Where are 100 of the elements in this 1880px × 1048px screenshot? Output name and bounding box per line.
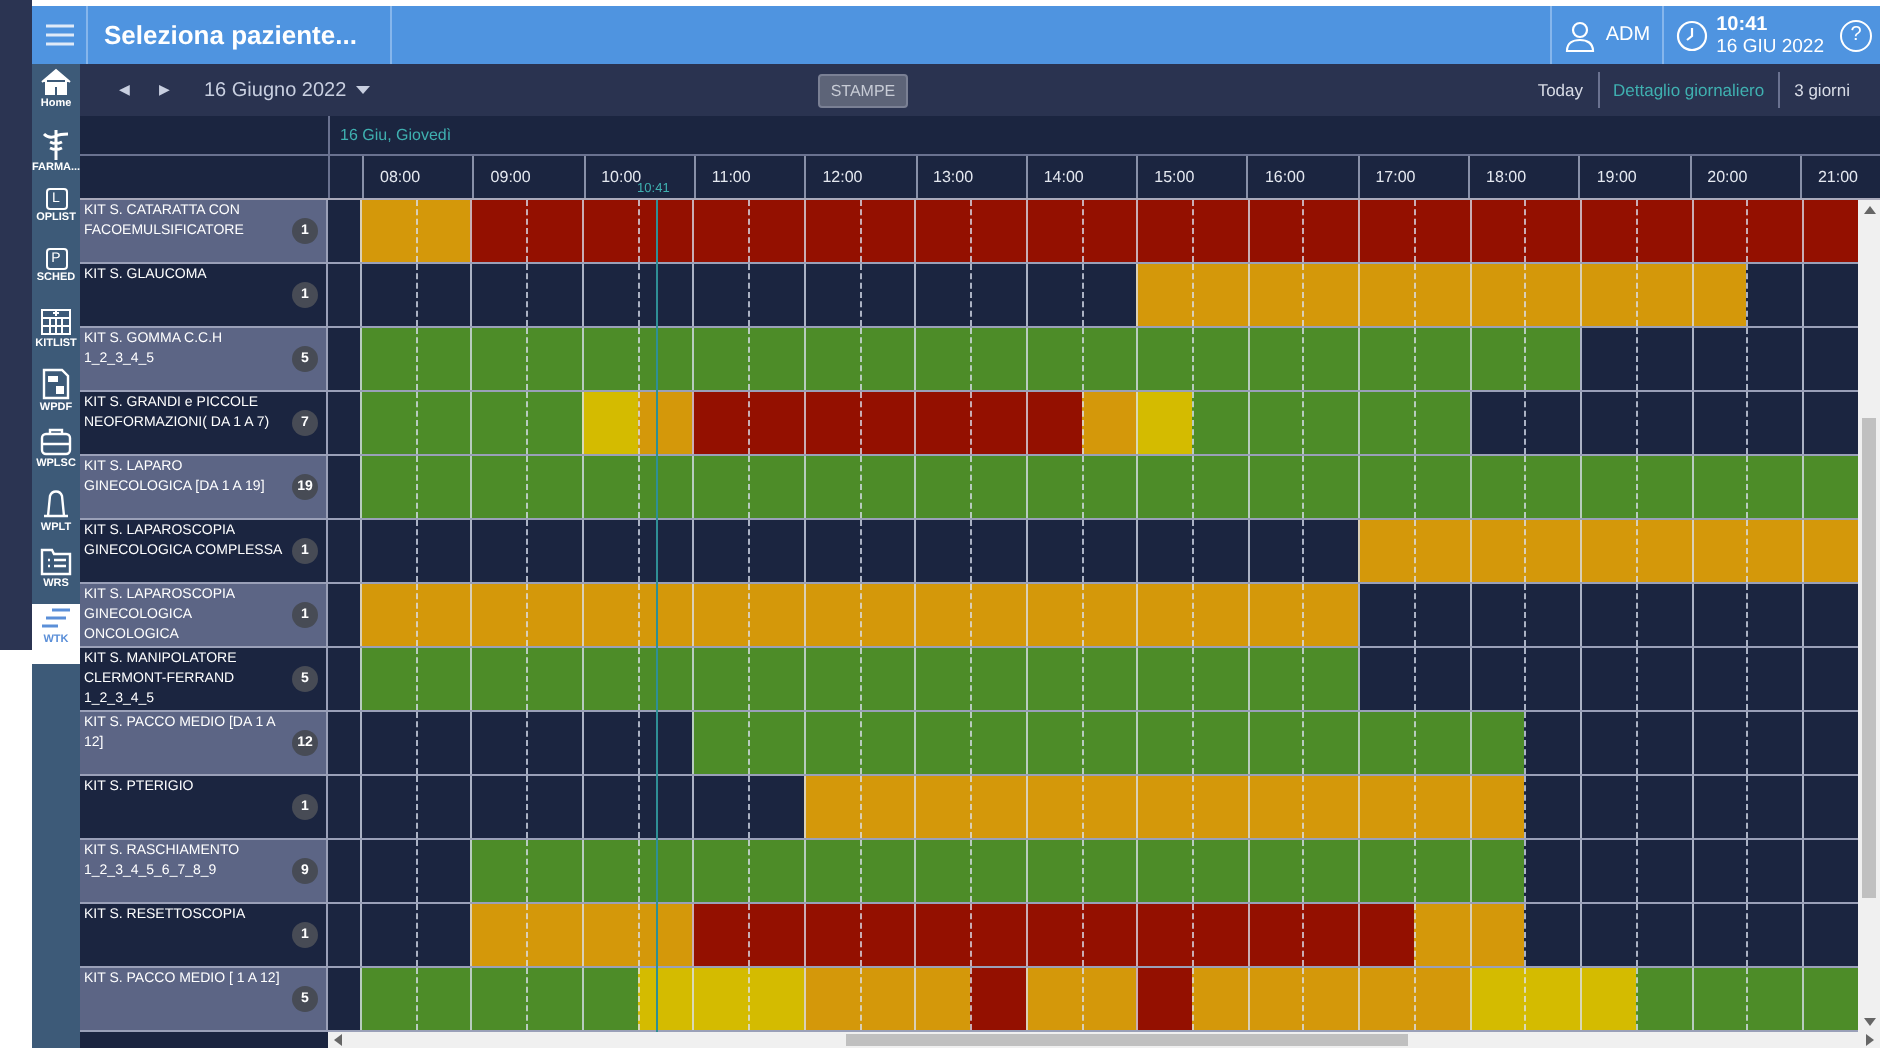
- time-slot[interactable]: [1691, 776, 1747, 838]
- time-slot[interactable]: [914, 200, 971, 262]
- hour-label: 18:00: [1468, 156, 1579, 198]
- time-slot[interactable]: [1081, 904, 1137, 966]
- time-slot[interactable]: [1136, 200, 1193, 262]
- time-slot[interactable]: [748, 200, 804, 262]
- time-slot[interactable]: [1025, 392, 1082, 454]
- time-slot[interactable]: [415, 520, 471, 582]
- time-slot[interactable]: [637, 264, 693, 326]
- time-slot[interactable]: [859, 392, 915, 454]
- time-slot[interactable]: [970, 392, 1026, 454]
- briefcase-icon: [40, 428, 72, 456]
- hour-label: 15:00: [1136, 156, 1247, 198]
- vertical-scrollbar[interactable]: [1858, 200, 1880, 1032]
- view-tab[interactable]: 3 giorni: [1780, 80, 1864, 100]
- time-slot[interactable]: [415, 776, 471, 838]
- time-slot[interactable]: [1691, 840, 1747, 902]
- hour-label: 16:00: [1246, 156, 1358, 198]
- view-tab[interactable]: Dettaglio giornaliero: [1599, 80, 1779, 100]
- clock-icon: [1676, 19, 1709, 51]
- time-slot[interactable]: [859, 200, 915, 262]
- time-slot[interactable]: [415, 904, 471, 966]
- hour-label: 20:00: [1689, 156, 1800, 198]
- time-slot[interactable]: [1469, 648, 1525, 710]
- hour-label: 09:00: [472, 156, 584, 198]
- time-slot[interactable]: [692, 904, 749, 966]
- time-slot[interactable]: [859, 904, 915, 966]
- time-slot[interactable]: [748, 392, 804, 454]
- hour-label: 08:00: [362, 156, 473, 198]
- time-slot[interactable]: [1691, 904, 1747, 966]
- time-slot[interactable]: [692, 392, 749, 454]
- time-slot[interactable]: [1691, 328, 1747, 390]
- time-slot[interactable]: [1247, 200, 1303, 262]
- view-tab[interactable]: Today: [1523, 80, 1597, 100]
- day-label: 16 Giu, Giovedì: [338, 126, 452, 144]
- time-slot[interactable]: [748, 904, 804, 966]
- date-dropdown[interactable]: 16 Giugno 2022: [192, 77, 383, 103]
- user-icon: [1563, 19, 1596, 51]
- time-slot[interactable]: [803, 200, 860, 262]
- time-slot[interactable]: [637, 520, 693, 582]
- time-slot[interactable]: [637, 776, 693, 838]
- clock-date: 16 GIU 2022: [1716, 35, 1824, 57]
- time-slot[interactable]: [470, 200, 527, 262]
- hour-label: 14:00: [1025, 156, 1137, 198]
- time-slot[interactable]: [1302, 904, 1359, 966]
- lines-icon: [40, 608, 72, 632]
- time-slot[interactable]: [1025, 200, 1082, 262]
- time-slot[interactable]: [1691, 200, 1747, 262]
- time-slot[interactable]: [1136, 904, 1193, 966]
- time-slot[interactable]: [970, 200, 1026, 262]
- time-slot[interactable]: [859, 264, 915, 326]
- time-slot[interactable]: [914, 392, 971, 454]
- time-slot[interactable]: [1025, 904, 1082, 966]
- time-slot[interactable]: [970, 968, 1026, 1030]
- time-slot[interactable]: [1691, 584, 1747, 646]
- time-slot[interactable]: [692, 200, 749, 262]
- time-slot[interactable]: [914, 904, 971, 966]
- time-slot[interactable]: [1192, 200, 1248, 262]
- list-icon: [40, 548, 72, 576]
- time-slot[interactable]: [803, 904, 860, 966]
- time-slot[interactable]: [1081, 520, 1137, 582]
- time-slot[interactable]: [1247, 904, 1303, 966]
- time-slot[interactable]: [1691, 648, 1747, 710]
- time-slot[interactable]: [1691, 712, 1747, 774]
- horizontal-scrollbar[interactable]: [328, 1032, 1880, 1048]
- time-slot[interactable]: [803, 392, 860, 454]
- time-slot[interactable]: [637, 200, 693, 262]
- print-button[interactable]: STAMPE: [818, 73, 908, 107]
- time-slot[interactable]: [415, 264, 471, 326]
- time-slot[interactable]: [526, 200, 582, 262]
- time-slot[interactable]: [1358, 904, 1414, 966]
- time-slot[interactable]: [1413, 200, 1470, 262]
- time-slot[interactable]: [637, 712, 693, 774]
- time-slot[interactable]: [1469, 200, 1525, 262]
- time-slot[interactable]: [1136, 968, 1193, 1030]
- time-slot[interactable]: [581, 200, 638, 262]
- time-slot[interactable]: [970, 904, 1026, 966]
- hour-label: 19:00: [1578, 156, 1690, 198]
- time-slot[interactable]: [1081, 264, 1137, 326]
- time-slot[interactable]: [1247, 520, 1303, 582]
- clock-time: 10:41: [1716, 13, 1770, 35]
- scroll-right-icon: [1866, 1034, 1874, 1046]
- time-slot[interactable]: [1580, 200, 1636, 262]
- time-slot[interactable]: [1469, 584, 1525, 646]
- time-slot[interactable]: [415, 840, 471, 902]
- time-slot[interactable]: [1081, 200, 1137, 262]
- time-slot[interactable]: [1192, 904, 1248, 966]
- time-slot[interactable]: [859, 520, 915, 582]
- time-slot[interactable]: [1358, 200, 1414, 262]
- time-slot[interactable]: [1746, 200, 1803, 262]
- time-slot[interactable]: [1802, 200, 1858, 262]
- time-slot[interactable]: [1302, 200, 1359, 262]
- time-slot[interactable]: [1691, 392, 1747, 454]
- time-slot[interactable]: [1469, 392, 1525, 454]
- hour-label: 13:00: [915, 156, 1026, 198]
- calendar-icon: [40, 308, 72, 336]
- time-slot[interactable]: [1524, 200, 1581, 262]
- hour-label: 11:00: [693, 156, 805, 198]
- time-slot[interactable]: [1635, 200, 1692, 262]
- time-slot[interactable]: [415, 712, 471, 774]
